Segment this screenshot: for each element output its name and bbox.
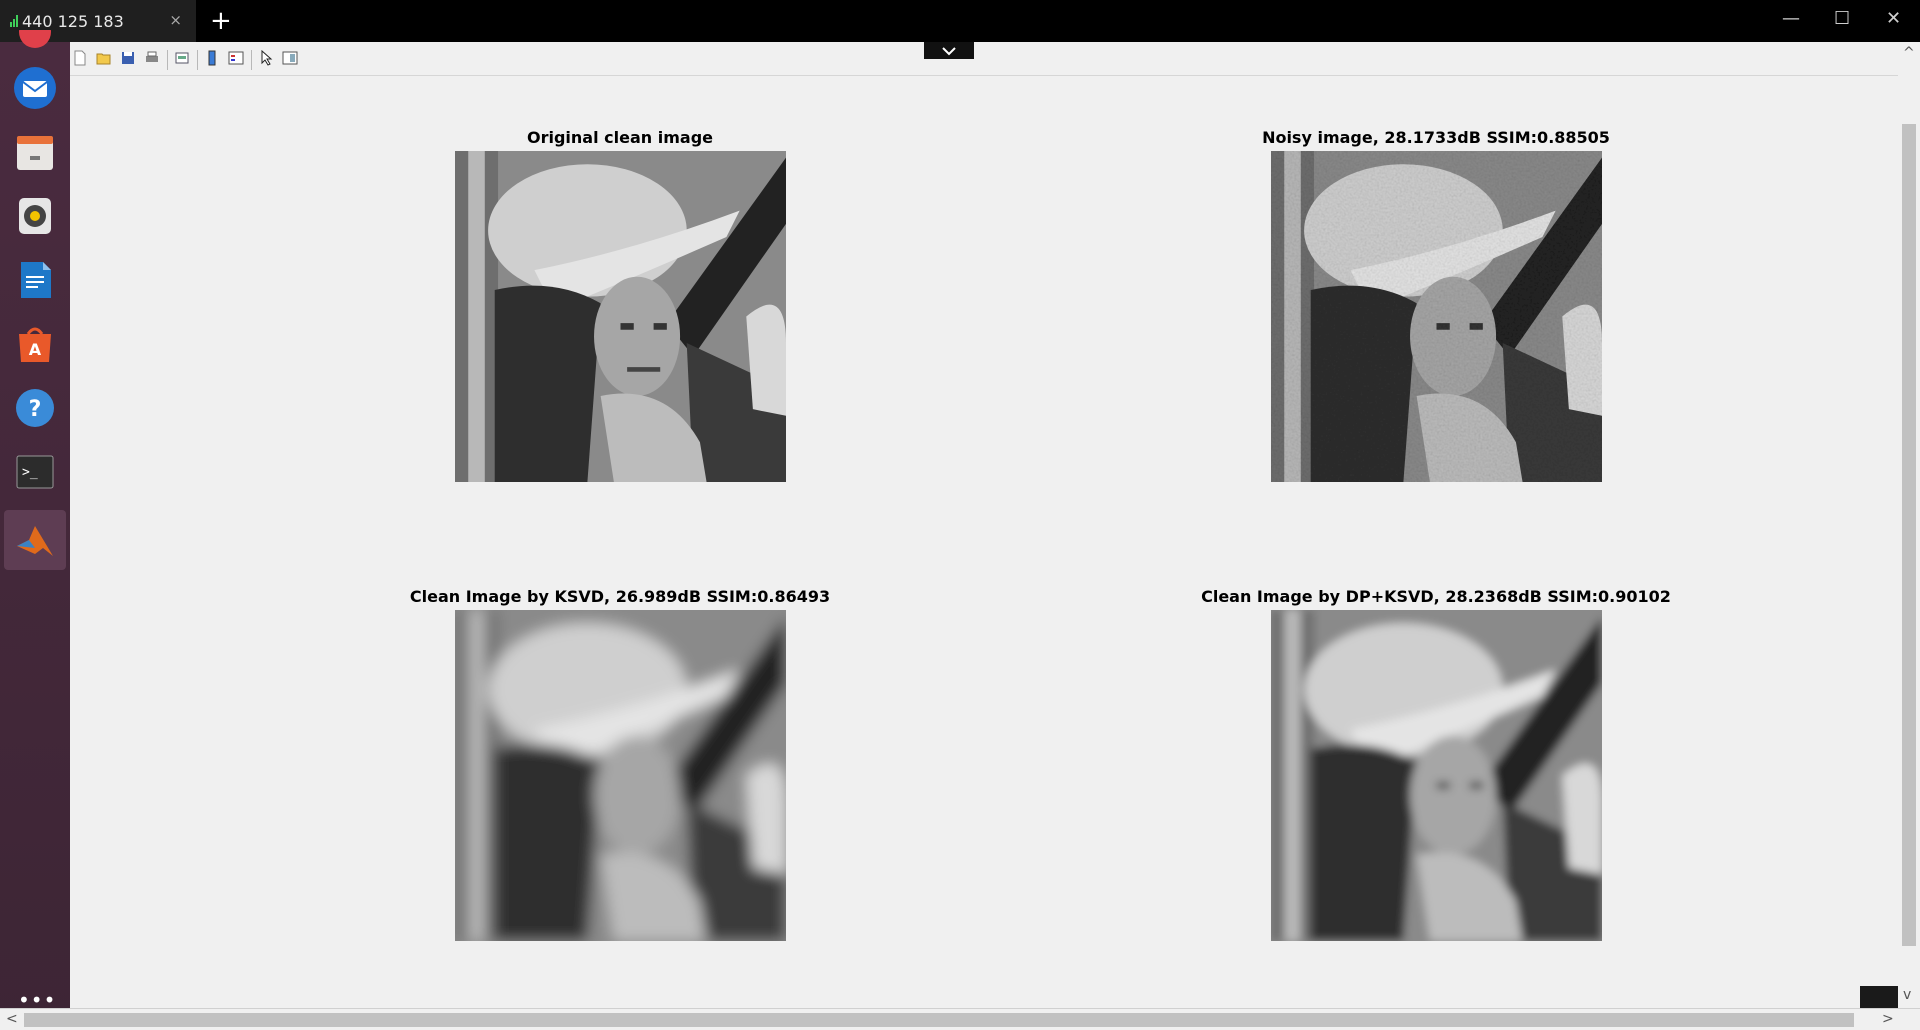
scroll-right-icon[interactable]: > xyxy=(1882,1012,1894,1026)
open-file-icon[interactable] xyxy=(96,50,114,68)
pointer-icon[interactable] xyxy=(258,49,276,68)
new-figure-icon[interactable] xyxy=(72,50,90,68)
writer-icon[interactable] xyxy=(11,256,59,304)
app-partial-icon[interactable] xyxy=(11,30,59,50)
print-preview-icon[interactable] xyxy=(174,50,192,68)
panel-title-original: Original clean image xyxy=(527,128,713,147)
svg-text:>_: >_ xyxy=(22,465,38,480)
legend-icon[interactable] xyxy=(228,50,246,68)
panel-title-ksvd: Clean Image by KSVD, 26.989dB SSIM:0.864… xyxy=(409,587,831,606)
help-icon[interactable]: ? xyxy=(11,384,59,432)
save-icon[interactable] xyxy=(120,50,138,68)
horizontal-scroll-thumb[interactable] xyxy=(24,1013,1854,1027)
vertical-scrollbar[interactable]: ^ v xyxy=(1898,42,1920,1010)
property-editor-icon[interactable] xyxy=(282,50,300,68)
rhythmbox-icon[interactable] xyxy=(11,192,59,240)
launcher-bar: A ? >_ ••• xyxy=(0,30,71,1030)
scroll-left-icon[interactable]: < xyxy=(6,1012,18,1026)
panel-title-dpksvd: Clean Image by DP+KSVD, 28.2368dB SSIM:0… xyxy=(1201,587,1671,606)
matlab-icon[interactable] xyxy=(4,510,66,570)
image-noisy[interactable] xyxy=(1271,151,1602,482)
scroll-down-icon[interactable]: v xyxy=(1903,988,1911,1002)
horizontal-scrollbar[interactable]: < > xyxy=(0,1008,1920,1030)
toolbar-separator xyxy=(167,50,168,70)
print-icon[interactable] xyxy=(144,50,162,68)
session-tab-label: 440 125 183 xyxy=(22,11,124,31)
files-icon[interactable] xyxy=(11,128,59,176)
signal-strength-icon xyxy=(10,15,18,27)
svg-text:?: ? xyxy=(29,397,42,422)
image-dpksvd[interactable] xyxy=(1271,610,1602,941)
toolbar-separator xyxy=(251,50,252,70)
scroll-up-icon[interactable]: ^ xyxy=(1903,46,1915,60)
colorbar-icon[interactable] xyxy=(204,50,222,68)
tab-close-icon[interactable]: × xyxy=(169,11,182,29)
vertical-scroll-thumb[interactable] xyxy=(1902,124,1916,946)
thunderbird-icon[interactable] xyxy=(11,64,59,112)
close-window-button[interactable]: ✕ xyxy=(1886,8,1901,29)
session-title-bar: 440 125 183 × + — ☐ ✕ xyxy=(0,0,1920,42)
minimize-button[interactable]: — xyxy=(1782,8,1800,29)
figure-toolbar xyxy=(70,42,1900,76)
new-tab-button[interactable]: + xyxy=(210,6,232,36)
image-original[interactable] xyxy=(455,151,786,482)
toolstrip-collapse-button[interactable] xyxy=(924,42,974,59)
figure-window: Original clean image Noisy image, 28.173… xyxy=(70,42,1900,1010)
maximize-button[interactable]: ☐ xyxy=(1834,8,1850,29)
toolbar-separator xyxy=(197,50,198,70)
chevron-down-icon xyxy=(942,46,956,55)
remote-overlay-block xyxy=(1860,986,1898,1008)
terminal-icon[interactable]: >_ xyxy=(11,448,59,496)
svg-text:A: A xyxy=(29,340,42,359)
software-center-icon[interactable]: A xyxy=(11,320,59,368)
image-ksvd[interactable] xyxy=(455,610,786,941)
panel-title-noisy: Noisy image, 28.1733dB SSIM:0.88505 xyxy=(1262,128,1610,147)
